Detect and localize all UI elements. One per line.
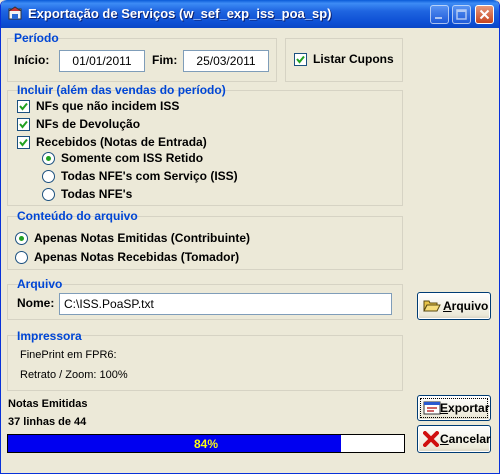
inicio-label: Início: [14, 53, 50, 67]
nome-label: Nome: [17, 296, 55, 310]
apenas-emitidas-label: Apenas Notas Emitidas (Contribuinte) [34, 231, 251, 245]
impressora-group [7, 335, 403, 391]
listar-cupons-label: Listar Cupons [313, 52, 394, 66]
cancelar-button[interactable]: Cancelar [417, 425, 491, 453]
nfs-devolucao-checkbox[interactable] [17, 118, 30, 131]
nfs-nao-incidem-iss-checkbox[interactable] [17, 100, 30, 113]
incluir-legend: Incluir (além das vendas do período) [17, 83, 226, 97]
checkmark-icon [19, 138, 28, 147]
cancelar-button-label: Cancelar [440, 432, 491, 446]
apenas-recebidas-label: Apenas Notas Recebidas (Tomador) [34, 250, 240, 264]
status-lines: 37 linhas de 44 [8, 416, 87, 428]
window-title: Exportação de Serviços (w_sef_exp_iss_po… [28, 6, 332, 21]
progress-text: 84% [193, 437, 219, 451]
todas-nfe-radio[interactable] [42, 188, 55, 201]
listar-cupons-checkbox[interactable] [294, 53, 307, 66]
title-bar[interactable]: Exportação de Serviços (w_sef_exp_iss_po… [1, 0, 499, 28]
todas-nfe-servico-radio[interactable] [42, 170, 55, 183]
export-icon [423, 401, 441, 415]
arquivo-legend: Arquivo [17, 277, 63, 291]
recebidos-label: Recebidos (Notas de Entrada) [36, 135, 207, 149]
export-progress-bar: 84% [7, 434, 405, 453]
impressora-printer-text: FinePrint em FPR6: [20, 349, 117, 361]
apenas-emitidas-radio[interactable] [15, 232, 28, 245]
checkmark-icon [19, 120, 28, 129]
minimize-button[interactable] [430, 5, 449, 24]
checkmark-icon [19, 102, 28, 111]
impressora-zoom-text: Retrato / Zoom: 100% [20, 369, 128, 381]
close-icon [479, 9, 490, 20]
close-button[interactable] [475, 5, 494, 24]
conteudo-legend: Conteúdo do arquivo [17, 209, 138, 223]
impressora-legend: Impressora [17, 329, 82, 343]
export-dialog-window: Exportação de Serviços (w_sef_exp_iss_po… [0, 0, 500, 474]
cancel-x-icon [423, 431, 439, 447]
somente-iss-retido-label: Somente com ISS Retido [61, 151, 204, 165]
exportar-button-label: Exportar [440, 401, 490, 415]
periodo-legend: Período [14, 31, 59, 45]
todas-nfe-servico-label: Todas NFE's com Serviço (ISS) [61, 169, 238, 183]
todas-nfe-label: Todas NFE's [61, 187, 133, 201]
checkmark-icon [296, 55, 305, 64]
nome-arquivo-field[interactable]: C:\ISS.PoaSP.txt [59, 293, 392, 315]
app-icon [8, 6, 22, 20]
somente-iss-retido-radio[interactable] [42, 152, 55, 165]
inicio-date-field[interactable]: 01/01/2011 [59, 50, 145, 72]
maximize-button[interactable] [452, 5, 471, 24]
status-title: Notas Emitidas [8, 398, 88, 410]
arquivo-button[interactable]: Arquivo [417, 292, 491, 320]
nfs-nao-incidem-iss-label: NFs que não incidem ISS [36, 99, 180, 113]
minimize-icon [435, 17, 442, 19]
maximize-icon [456, 9, 467, 20]
apenas-recebidas-radio[interactable] [15, 251, 28, 264]
arquivo-button-label: Arquivo [443, 299, 489, 313]
recebidos-checkbox[interactable] [17, 136, 30, 149]
nfs-devolucao-label: NFs de Devolução [36, 117, 141, 131]
fim-label: Fim: [152, 53, 178, 67]
folder-open-icon [423, 300, 441, 312]
fim-date-field[interactable]: 25/03/2011 [183, 50, 269, 72]
exportar-button[interactable]: Exportar [417, 395, 491, 421]
